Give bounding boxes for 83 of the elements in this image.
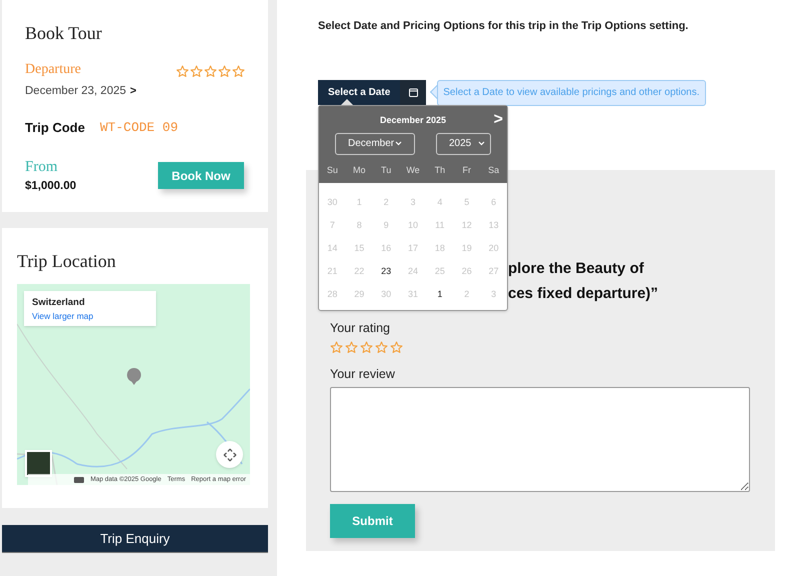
calendar-day: 19 [453, 240, 480, 256]
review-field[interactable] [330, 387, 750, 492]
calendar-day: 2 [372, 194, 400, 210]
chevron-right-icon[interactable]: > [130, 83, 136, 100]
weekday-label: Th [434, 164, 446, 176]
keyboard-icon[interactable] [74, 476, 84, 482]
star-icon [330, 341, 343, 354]
calendar-day: 22 [346, 263, 373, 279]
calendar-day: 28 [319, 286, 346, 302]
star-icon [190, 65, 203, 78]
weekday-label: Su [326, 164, 339, 176]
date-hint-tooltip: Select a Date to view available pricings and other options. [437, 80, 706, 106]
calendar-day: 2 [453, 286, 480, 302]
trip-enquiry-button[interactable]: Trip Enquiry [2, 525, 268, 553]
trip-code: WT-CODE 09 [100, 119, 178, 138]
review-heading: ces fixed departure)” [508, 284, 660, 304]
calendar-day: 17 [400, 240, 426, 256]
calendar-day[interactable]: 1 [426, 286, 454, 302]
price: $1,000.00 [25, 179, 76, 194]
star-icon [204, 65, 217, 78]
month-select[interactable]: December [335, 132, 415, 154]
calendar-day: 10 [400, 217, 426, 233]
star-icon [390, 341, 403, 354]
calendar-day: 14 [319, 240, 346, 256]
calendar-day: 3 [400, 194, 426, 210]
year-select[interactable]: 2025 [436, 132, 491, 154]
calendar-title: December 2025 [380, 114, 446, 127]
calendar-day: 27 [480, 263, 507, 279]
chevron-down-icon [478, 141, 485, 146]
calendar-day: 3 [480, 286, 507, 302]
calendar-day: 15 [346, 240, 373, 256]
place-name: Switzerland [32, 296, 86, 310]
calendar-day: 9 [372, 217, 400, 233]
calendar-day: 5 [453, 194, 480, 210]
star-rating[interactable] [176, 65, 245, 78]
calendar-day: 21 [319, 263, 346, 279]
weekday-label: We [405, 164, 421, 176]
star-icon [360, 341, 373, 354]
calendar-icon [408, 88, 418, 97]
calendar-day: 24 [400, 263, 426, 279]
from-label: From [25, 158, 59, 177]
calendar-day: 18 [426, 240, 454, 256]
departure-date: December 23, 2025 [25, 84, 126, 99]
card-title: Trip Location [17, 250, 117, 273]
calendar-day: 29 [346, 286, 373, 302]
select-date-button[interactable]: Select a Date [318, 80, 426, 105]
notice-text: Select Date and Pricing Options for this trip in the Trip Options setting. [318, 19, 690, 34]
calendar-day: 30 [372, 286, 400, 302]
calendar-day: 8 [346, 217, 373, 233]
star-icon [176, 65, 189, 78]
weekday-label: Mo [352, 164, 367, 176]
calendar-day: 13 [480, 217, 507, 233]
review-label: Your review [330, 366, 396, 384]
chevron-down-icon [395, 141, 402, 146]
trip-code-label: Trip Code [25, 119, 86, 138]
review-heading: plore the Beauty of [508, 258, 645, 278]
departure-label: Departure [25, 61, 82, 79]
weekday-label: Sa [487, 164, 500, 176]
star-icon [232, 65, 245, 78]
star-icon [345, 341, 358, 354]
rating-label: Your rating [330, 320, 391, 337]
calendar-day: 12 [453, 217, 480, 233]
weekday-label: Fr [461, 164, 472, 176]
calendar-day: 16 [372, 240, 400, 256]
move-icon [222, 448, 236, 462]
calendar-day[interactable]: 23 [372, 263, 400, 279]
calendar-day: 4 [426, 194, 454, 210]
calendar-day: 7 [319, 217, 346, 233]
view-larger-map-link[interactable]: View larger map [32, 310, 148, 323]
star-icon [375, 341, 388, 354]
calendar-day: 31 [400, 286, 426, 302]
next-month-button[interactable]: > [494, 112, 503, 128]
weekday-label: Tu [380, 164, 392, 176]
map-type-thumbnail[interactable] [25, 450, 52, 477]
card-title: Book Tour [25, 22, 103, 45]
star-icon [218, 65, 231, 78]
calendar-day: 30 [319, 194, 346, 210]
calendar-day: 11 [426, 217, 454, 233]
calendar-day: 26 [453, 263, 480, 279]
calendar-day: 1 [346, 194, 373, 210]
calendar-day: 25 [426, 263, 454, 279]
calendar-day: 6 [480, 194, 507, 210]
calendar-day: 20 [480, 240, 507, 256]
